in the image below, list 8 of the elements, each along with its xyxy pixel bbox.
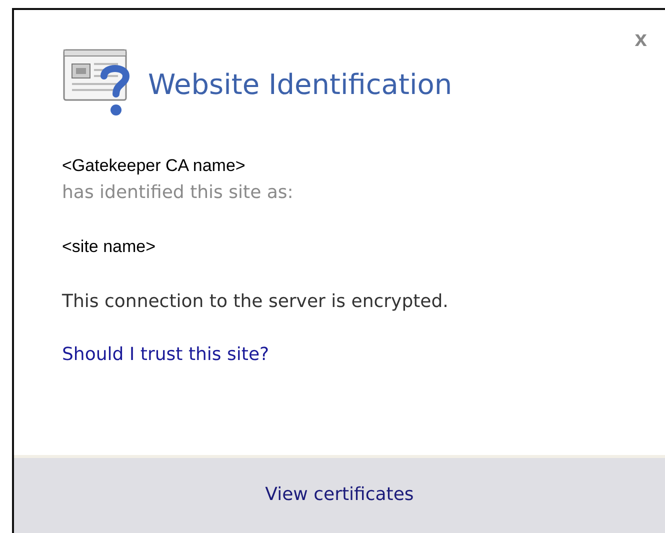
issuer-name: <Gatekeeper CA name> (62, 156, 246, 176)
site-name: <site name> (62, 237, 157, 257)
connection-text: This connection to the server is encrypted. (62, 291, 450, 312)
dialog-title: Website Identification (148, 68, 452, 100)
trust-link[interactable]: Should I trust this site? (62, 344, 270, 365)
view-certificates-button[interactable]: View certificates (257, 480, 422, 509)
identified-text: has identified this site as: (62, 182, 294, 203)
close-button[interactable]: x (634, 26, 647, 52)
